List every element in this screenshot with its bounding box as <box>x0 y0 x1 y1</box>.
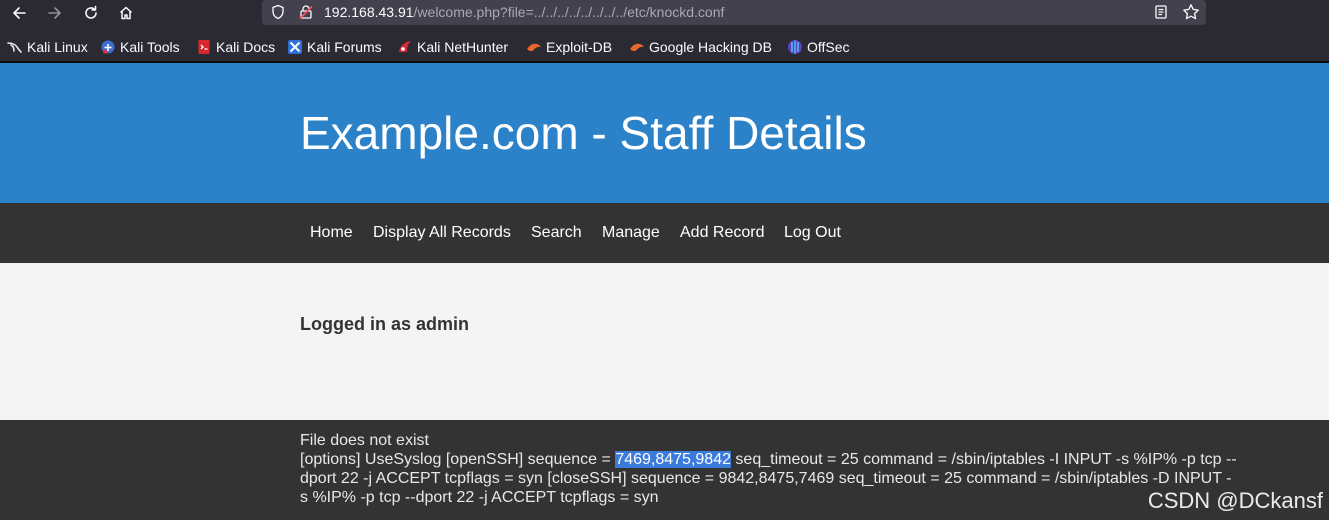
site-header: Example.com - Staff Details <box>0 63 1329 203</box>
kali-forums-icon <box>287 39 303 55</box>
nav-manage[interactable]: Manage <box>602 223 660 242</box>
bookmark-label: Kali Docs <box>216 39 276 55</box>
nav-log-out[interactable]: Log Out <box>784 223 841 242</box>
bookmark-offsec[interactable]: OffSec <box>787 38 850 56</box>
login-status: Logged in as admin <box>300 314 470 334</box>
selected-text: 7469,8475,9842 <box>615 451 731 468</box>
bookmark-label: Kali Linux <box>27 39 88 55</box>
file-content-line: [options] UseSyslog [openSSH] sequence =… <box>300 450 1250 469</box>
bookmark-label: Kali Forums <box>307 39 382 55</box>
forward-button[interactable] <box>43 2 67 24</box>
home-button[interactable] <box>114 2 138 24</box>
bookmark-label: Kali NetHunter <box>417 39 509 55</box>
bookmark-kali-nethunter[interactable]: Kali NetHunter <box>397 38 508 56</box>
nav-add-record[interactable]: Add Record <box>680 223 765 242</box>
bookmarks-toolbar: Kali Linux Kali Tools Kali Docs Kali For… <box>0 33 1329 61</box>
bookmark-label: Exploit-DB <box>546 39 613 55</box>
file-error-message: File does not exist <box>300 432 429 449</box>
nav-home[interactable]: Home <box>310 223 353 242</box>
home-icon <box>119 6 133 20</box>
exploit-db-icon <box>526 39 542 55</box>
reload-icon <box>85 5 97 19</box>
bookmark-exploit-db[interactable]: Exploit-DB <box>526 38 612 56</box>
file-content-text: [options] UseSyslog [openSSH] sequence = <box>300 451 616 468</box>
kali-dragon-icon <box>7 39 23 55</box>
page-title: Example.com - Staff Details <box>300 107 867 159</box>
offsec-icon <box>787 39 803 55</box>
lock-warning-icon[interactable] <box>298 4 314 24</box>
bookmark-kali-docs[interactable]: Kali Docs <box>196 38 275 56</box>
url-host: 192.168.43.91 <box>324 4 414 20</box>
main-content: Logged in as admin <box>0 263 1329 420</box>
reload-button[interactable] <box>79 2 103 24</box>
bookmark-google-hacking-db[interactable]: Google Hacking DB <box>629 38 772 56</box>
arrow-right-icon <box>48 7 61 19</box>
nav-display-all-records[interactable]: Display All Records <box>373 223 511 242</box>
file-content-line: s %IP% -p tcp --dport 22 -j ACCEPT tcpfl… <box>300 489 659 506</box>
nethunter-icon <box>397 39 413 55</box>
kali-docs-icon <box>196 39 212 55</box>
browser-toolbar: 192.168.43.91/welcome.php?file=../../../… <box>0 0 1329 30</box>
url-bar[interactable]: 192.168.43.91/welcome.php?file=../../../… <box>262 0 1206 25</box>
url-text[interactable]: 192.168.43.91/welcome.php?file=../../../… <box>324 4 724 20</box>
bookmark-label: Kali Tools <box>120 39 180 55</box>
web-page: Example.com - Staff Details Home Display… <box>0 63 1329 520</box>
bookmark-kali-linux[interactable]: Kali Linux <box>7 38 88 56</box>
site-nav: Home Display All Records Search Manage A… <box>0 203 1329 263</box>
url-path: /welcome.php?file=../../../../../../../.… <box>413 4 725 20</box>
site-footer: File does not exist [options] UseSyslog … <box>0 420 1329 520</box>
reader-view-icon[interactable] <box>1153 4 1169 24</box>
watermark: CSDN @DCkansf <box>1147 488 1323 513</box>
bookmark-kali-forums[interactable]: Kali Forums <box>287 38 382 56</box>
file-content-line: dport 22 -j ACCEPT tcpflags = syn [close… <box>300 470 1232 487</box>
file-output: File does not exist [options] UseSyslog … <box>300 431 1250 507</box>
ghdb-icon <box>629 39 645 55</box>
kali-tools-icon <box>100 39 116 55</box>
nav-search[interactable]: Search <box>531 223 582 242</box>
file-content-text: seq_timeout = 25 command = /sbin/iptable… <box>730 451 1237 468</box>
arrow-left-icon <box>13 7 26 19</box>
back-button[interactable] <box>7 2 31 24</box>
star-icon[interactable] <box>1182 3 1200 25</box>
shield-icon[interactable] <box>270 4 286 24</box>
bookmark-label: OffSec <box>807 39 850 55</box>
bookmark-label: Google Hacking DB <box>649 39 772 55</box>
bookmark-kali-tools[interactable]: Kali Tools <box>100 38 180 56</box>
